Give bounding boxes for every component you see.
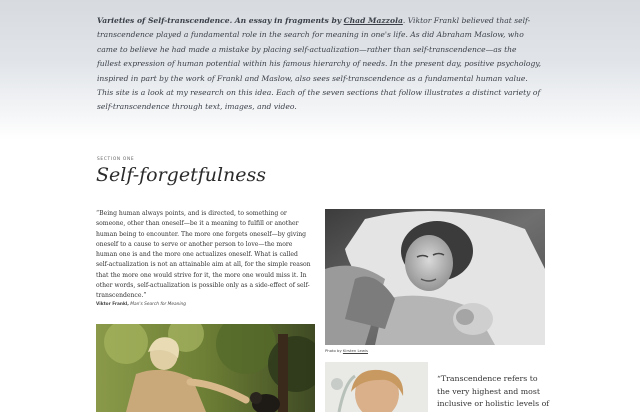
intro-body: . Viktor Frankl believed that self-trans… xyxy=(97,16,541,112)
quote-source: Man's Search for Meaning xyxy=(130,302,186,307)
quote-author: Viktor Frankl, xyxy=(96,302,129,307)
intro-byline-prefix: An essay in fragments by xyxy=(234,16,342,25)
photo-credit: Photo by Kirsten Lewis xyxy=(325,348,368,353)
portrait-photo xyxy=(325,362,428,412)
intro-title: Varieties of Self-transcendence. xyxy=(97,16,233,25)
section-title: Self-forgetfulness xyxy=(96,164,267,186)
intro-paragraph: Varieties of Self-transcendence. An essa… xyxy=(97,14,542,115)
quote-attribution: Viktor Frankl, Man's Search for Meaning xyxy=(96,302,312,307)
chimpanzee-photo xyxy=(96,324,315,412)
transcendence-quote: “Transcendence refers to the very highes… xyxy=(437,374,550,409)
photo-credit-prefix: Photo by xyxy=(325,348,342,353)
photographer-link[interactable]: Kirsten Lewis xyxy=(343,348,368,353)
newborn-photo xyxy=(325,209,545,345)
frankl-quote: “Being human always points, and is direc… xyxy=(96,210,311,300)
section-kicker: SECTION ONE xyxy=(97,157,135,162)
author-link[interactable]: Chad Mazzola xyxy=(344,16,403,25)
